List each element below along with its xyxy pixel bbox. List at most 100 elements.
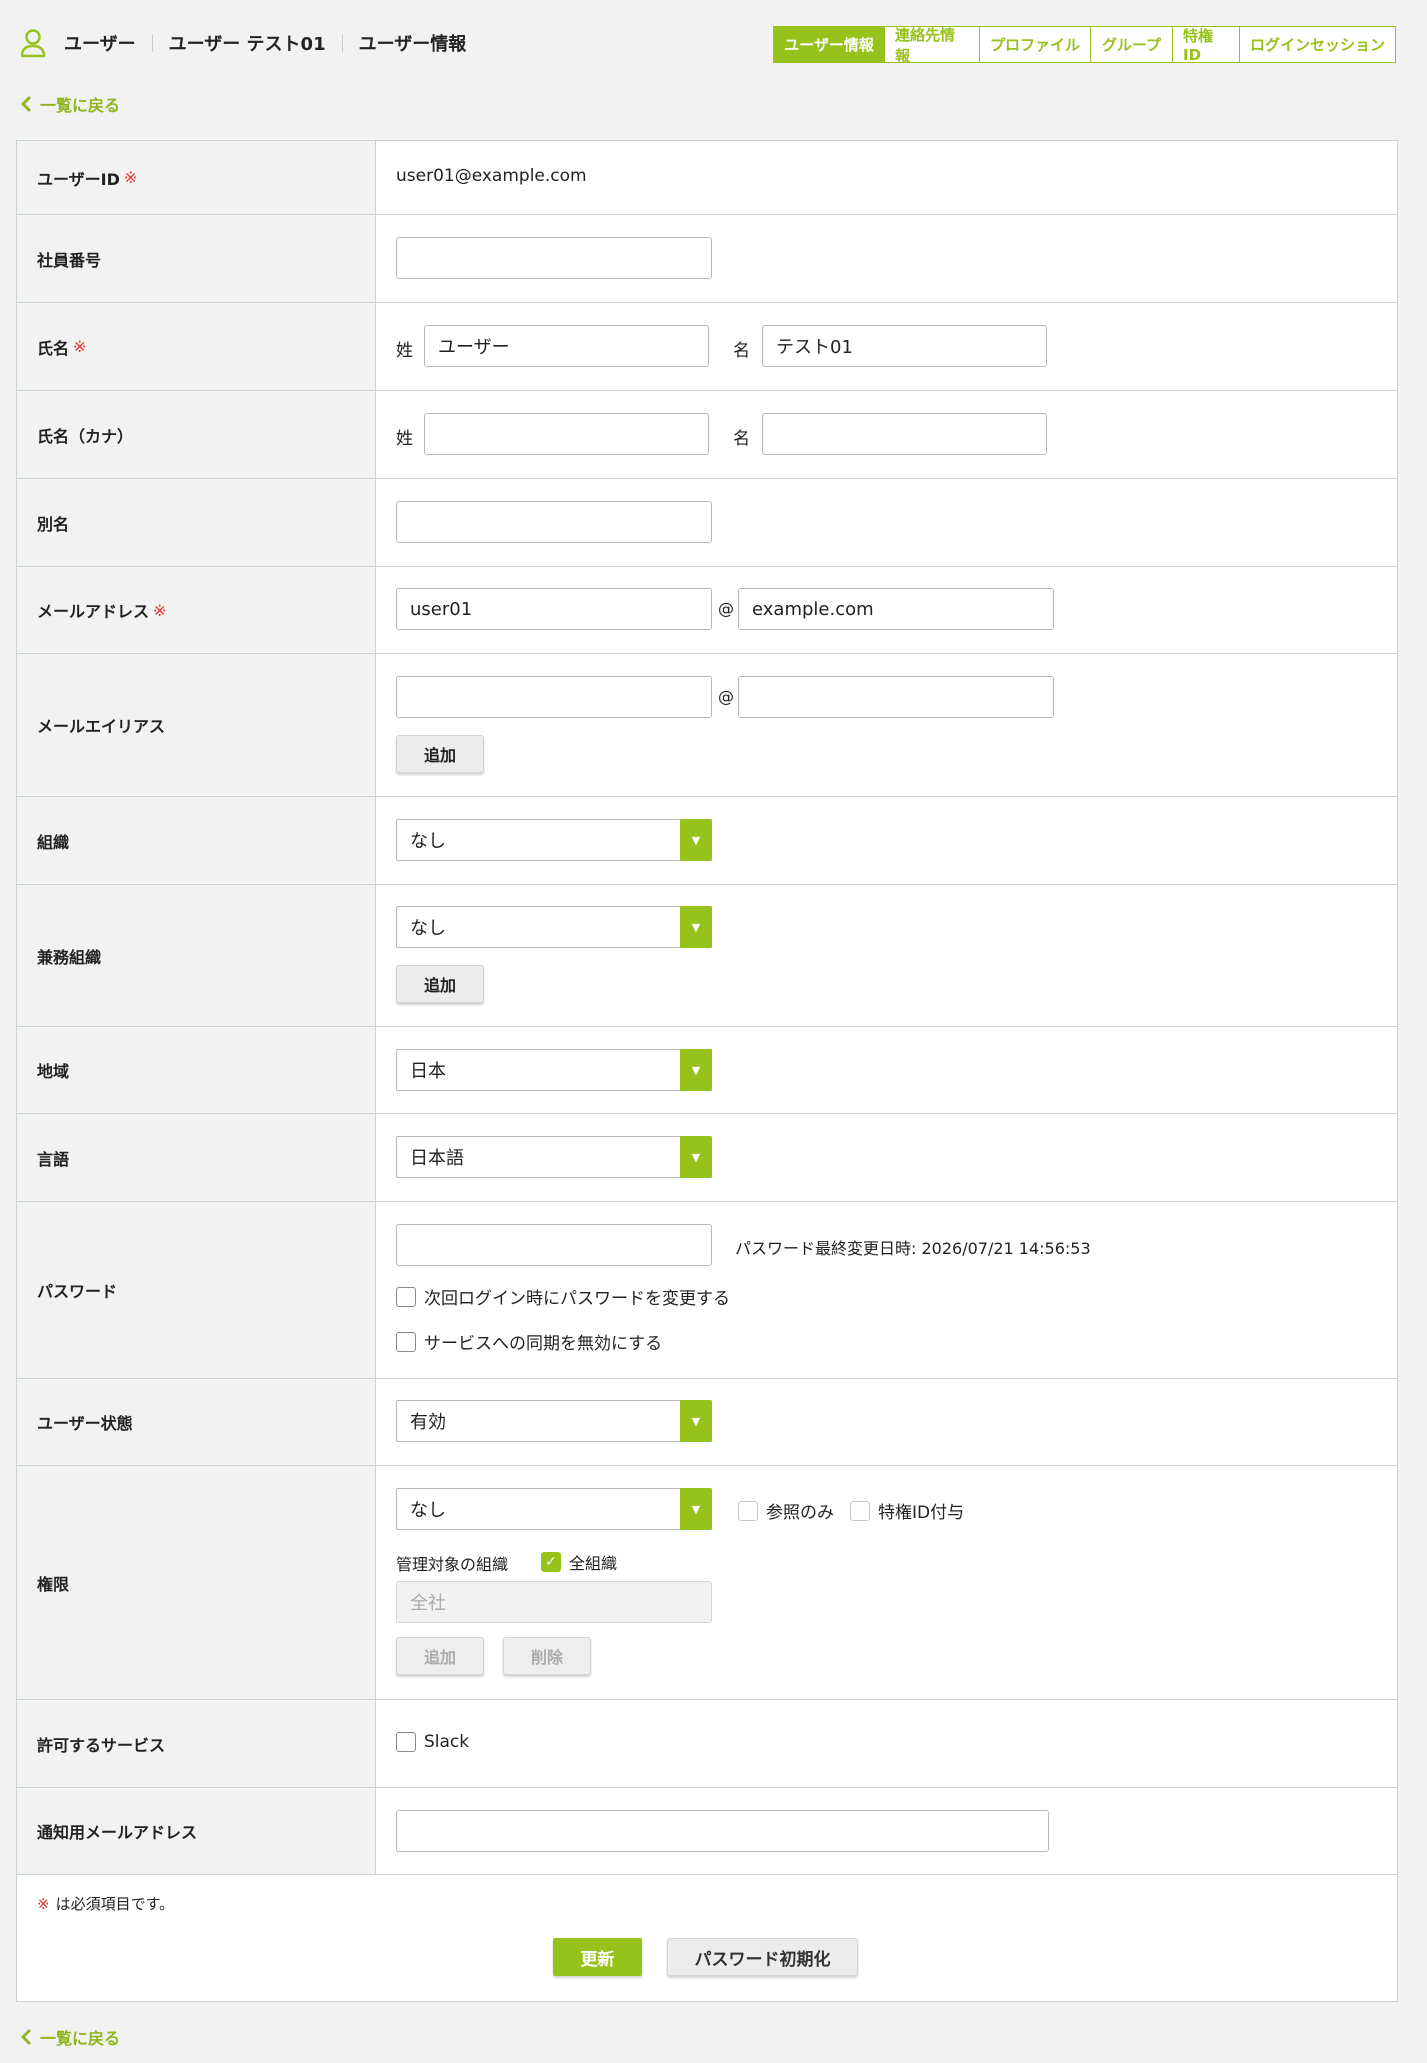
required-note: ※ は必須項目です。 xyxy=(37,1895,175,1913)
password-input[interactable] xyxy=(396,1224,712,1266)
back-link-label: 一覧に戻る xyxy=(40,2029,121,2048)
last-name-kana-label: 姓 xyxy=(396,429,413,449)
checkbox-icon xyxy=(738,1500,758,1521)
change-password-next-login-checkbox[interactable]: 次回ログイン時にパスワードを変更する xyxy=(396,1284,730,1309)
row-user-status: ユーザー状態 有効 ▼ xyxy=(17,1379,1397,1466)
row-employee-number: 社員番号 xyxy=(17,215,1397,303)
update-button[interactable]: 更新 xyxy=(553,1938,642,1976)
all-orgs-checkbox[interactable]: ✓ 全組織 xyxy=(541,1550,617,1574)
dropdown-arrow-icon: ▼ xyxy=(680,906,712,948)
selected-value: 日本 xyxy=(410,1061,446,1082)
reset-password-button[interactable]: パスワード初期化 xyxy=(667,1938,858,1976)
first-name-kana-label: 名 xyxy=(733,429,750,449)
selected-value: 有効 xyxy=(410,1412,446,1433)
row-language: 言語 日本語 ▼ xyxy=(17,1114,1397,1202)
field-label: 許可するサービス xyxy=(17,1700,376,1787)
tab-login-sessions[interactable]: ログインセッション xyxy=(1240,26,1396,63)
dropdown-arrow-icon: ▼ xyxy=(680,819,712,861)
delete-managed-org-button[interactable]: 削除 xyxy=(503,1637,591,1675)
field-label: 氏名 ※ xyxy=(17,303,376,390)
user-form: ユーザーID ※ user01@example.com 社員番号 氏名 ※ 姓 ユー… xyxy=(16,140,1398,2002)
field-label: 地域 xyxy=(17,1027,376,1113)
field-label: 組織 xyxy=(17,797,376,884)
checkbox-icon xyxy=(396,1732,416,1752)
add-concurrent-organization-button[interactable]: 追加 xyxy=(396,965,484,1003)
org-list-item: 全社 xyxy=(410,1593,446,1614)
email-alias-domain-input[interactable] xyxy=(738,676,1054,718)
dropdown-arrow-icon: ▼ xyxy=(680,1400,712,1442)
field-label: 通知用メールアドレス xyxy=(17,1788,376,1874)
checkmark-icon: ✓ xyxy=(541,1552,561,1572)
managed-org-label: 管理対象の組織 xyxy=(396,1555,509,1574)
back-to-list-link[interactable]: 一覧に戻る xyxy=(20,92,120,116)
email-domain-input[interactable]: example.com xyxy=(738,588,1054,630)
back-to-list-link-bottom[interactable]: 一覧に戻る xyxy=(20,2025,120,2049)
readonly-checkbox[interactable]: 参照のみ xyxy=(738,1498,834,1523)
field-label: 兼務組織 xyxy=(17,885,376,1026)
field-label: ユーザー状態 xyxy=(17,1379,376,1465)
at-sign: @ xyxy=(718,599,734,618)
row-permission: 権限 なし ▼ 参照のみ 特権ID付与 管理対象の組織 ✓ 全組織 全社 追加 xyxy=(17,1466,1397,1700)
disable-service-sync-checkbox[interactable]: サービスへの同期を無効にする xyxy=(396,1329,662,1354)
last-name-input[interactable]: ユーザー xyxy=(424,325,709,367)
dropdown-arrow-icon: ▼ xyxy=(680,1136,712,1178)
user-status-select[interactable]: 有効 ▼ xyxy=(396,1400,712,1442)
permission-select[interactable]: なし ▼ xyxy=(396,1488,712,1530)
top-bar: ユーザー ユーザー テスト01 ユーザー情報 ユーザー情報 連絡先情報 プロファ… xyxy=(0,0,1427,90)
first-name-input[interactable]: テスト01 xyxy=(762,325,1047,367)
tab-groups[interactable]: グループ xyxy=(1091,26,1173,63)
add-email-alias-button[interactable]: 追加 xyxy=(396,735,484,773)
row-name-kana: 氏名（カナ） 姓 名 xyxy=(17,391,1397,479)
row-region: 地域 日本 ▼ xyxy=(17,1027,1397,1114)
selected-value: なし xyxy=(410,831,446,852)
breadcrumb-item-users[interactable]: ユーザー xyxy=(64,30,136,56)
tab-privileged-id[interactable]: 特権ID xyxy=(1173,26,1240,64)
organization-select[interactable]: なし ▼ xyxy=(396,819,712,861)
chevron-left-icon xyxy=(21,96,31,112)
row-organization: 組織 なし ▼ xyxy=(17,797,1397,885)
field-label: メールエイリアス xyxy=(17,654,376,796)
checkbox-icon xyxy=(396,1331,416,1352)
employee-number-input[interactable] xyxy=(396,237,712,279)
row-user-id: ユーザーID ※ user01@example.com xyxy=(17,141,1397,215)
breadcrumb-divider xyxy=(151,34,153,52)
back-link-label: 一覧に戻る xyxy=(40,96,121,115)
privileged-id-checkbox[interactable]: 特権ID付与 xyxy=(850,1498,964,1523)
region-select[interactable]: 日本 ▼ xyxy=(396,1049,712,1091)
row-email: メールアドレス ※ user01 @ example.com xyxy=(17,567,1397,654)
row-email-alias: メールエイリアス @ 追加 xyxy=(17,654,1397,797)
field-label: メールアドレス ※ xyxy=(17,567,376,653)
checkbox-icon xyxy=(396,1286,416,1307)
row-password: パスワード パスワード最終変更日時: 2026/07/21 14:56:53 次… xyxy=(17,1202,1397,1379)
field-label: 言語 xyxy=(17,1114,376,1201)
first-name-kana-input[interactable] xyxy=(762,413,1047,455)
user-id-value: user01@example.com xyxy=(396,166,587,186)
selected-value: 日本語 xyxy=(410,1148,464,1169)
alias-input[interactable] xyxy=(396,501,712,543)
row-allowed-services: 許可するサービス Slack xyxy=(17,1700,1397,1788)
tab-user-info[interactable]: ユーザー情報 xyxy=(773,26,885,63)
row-concurrent-organization: 兼務組織 なし ▼ 追加 xyxy=(17,885,1397,1027)
add-managed-org-button[interactable]: 追加 xyxy=(396,1637,484,1675)
checkbox-icon xyxy=(850,1500,870,1521)
language-select[interactable]: 日本語 ▼ xyxy=(396,1136,712,1178)
tab-profile[interactable]: プロファイル xyxy=(980,26,1091,63)
field-label: 氏名（カナ） xyxy=(17,391,376,478)
field-label: 別名 xyxy=(17,479,376,566)
row-alias: 別名 xyxy=(17,479,1397,567)
email-alias-local-input[interactable] xyxy=(396,676,712,718)
slack-checkbox[interactable]: Slack xyxy=(396,1732,469,1752)
last-name-kana-input[interactable] xyxy=(424,413,709,455)
breadcrumb-divider xyxy=(341,34,343,52)
notification-email-input[interactable] xyxy=(396,1810,1049,1852)
tab-contact-info[interactable]: 連絡先情報 xyxy=(885,26,980,65)
tab-bar: ユーザー情報 連絡先情報 プロファイル グループ 特権ID ログインセッション xyxy=(773,26,1396,65)
email-local-input[interactable]: user01 xyxy=(396,588,712,630)
concurrent-organization-select[interactable]: なし ▼ xyxy=(396,906,712,948)
selected-value: なし xyxy=(410,1500,446,1521)
selected-value: なし xyxy=(410,918,446,939)
row-notification-email: 通知用メールアドレス xyxy=(17,1788,1397,1875)
breadcrumb-item-user[interactable]: ユーザー テスト01 xyxy=(169,30,326,56)
password-last-changed: パスワード最終変更日時: 2026/07/21 14:56:53 xyxy=(735,1239,1091,1258)
dropdown-arrow-icon: ▼ xyxy=(680,1488,712,1530)
